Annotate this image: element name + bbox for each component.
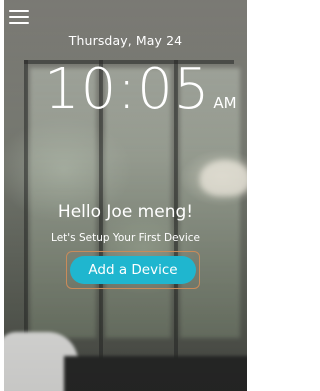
hamburger-menu-icon[interactable] [6,7,30,27]
clock-period: AM [213,94,237,112]
home-screen: Thursday, May 24 10:05 AM Hello Joe meng!… [4,0,247,391]
date-label: Thursday, May 24 [68,33,183,48]
clock-time: 10:05 [44,57,211,122]
clock: 10:05 AM [44,62,237,118]
add-device-button[interactable]: Add a Device [70,256,196,284]
greeting-title: Hello Joe meng! [57,202,194,222]
greeting-subtitle: Let's Setup Your First Device [51,232,200,244]
